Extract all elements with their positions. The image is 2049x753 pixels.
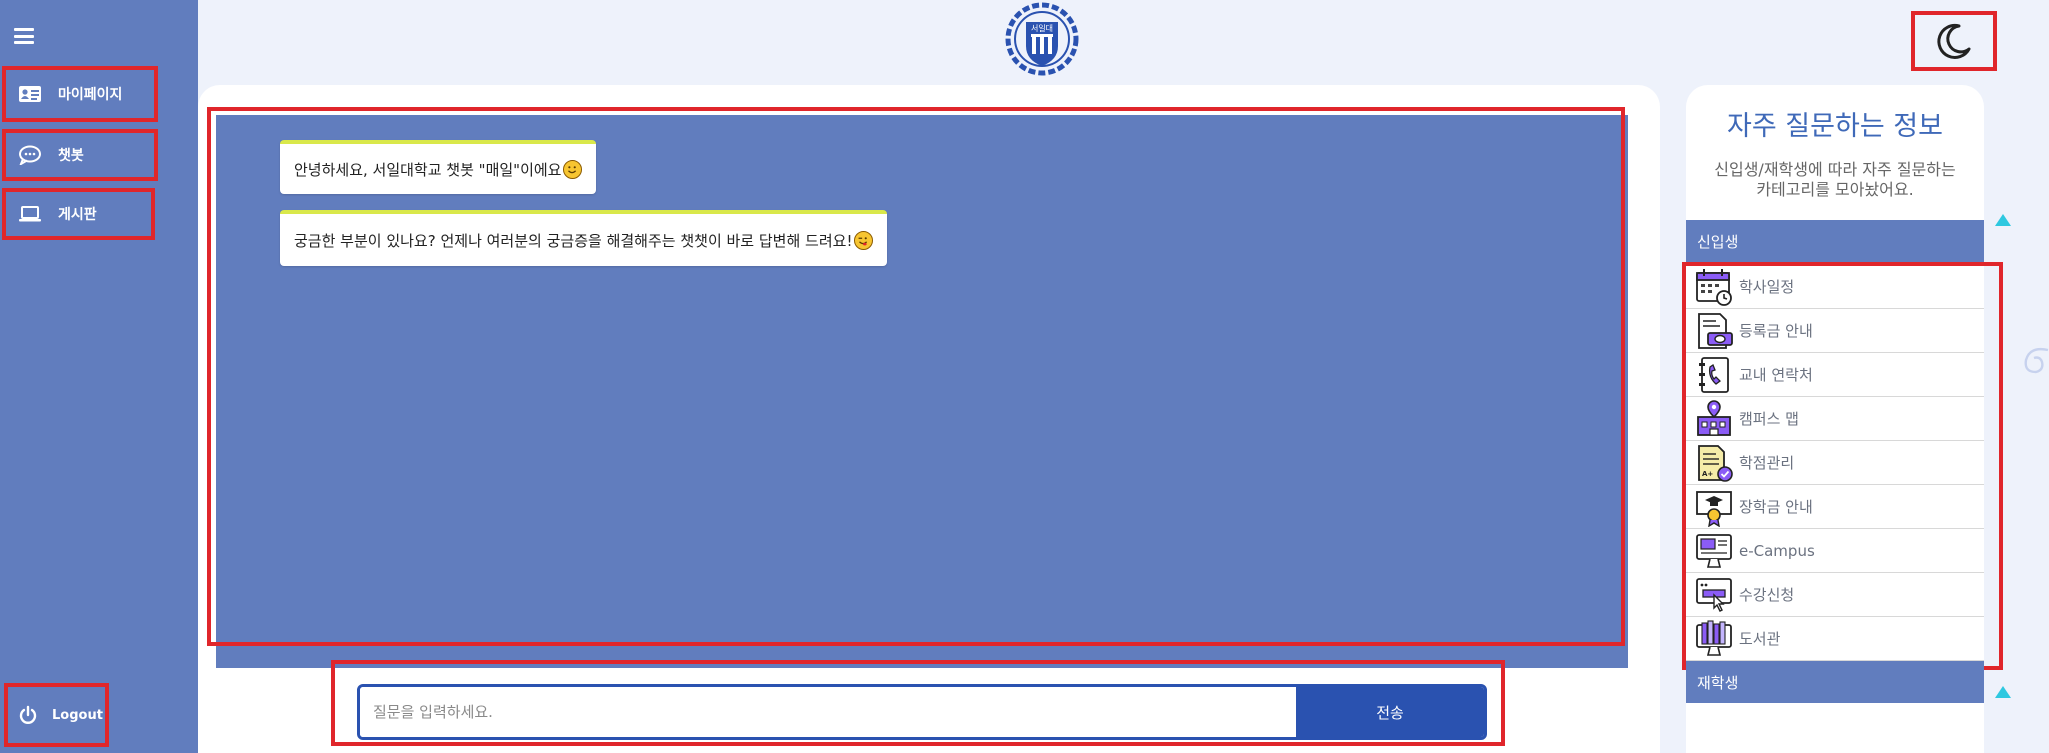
id-card-icon bbox=[19, 86, 41, 102]
faq-item-library[interactable]: 도서관 bbox=[1686, 617, 1984, 661]
library-icon bbox=[1696, 619, 1732, 656]
sidebar-item-mypage[interactable]: 마이페이지 bbox=[2, 66, 158, 122]
menu-icon[interactable] bbox=[14, 28, 34, 44]
calendar-icon bbox=[1696, 268, 1732, 306]
logo-text: 서일대 bbox=[1031, 24, 1053, 33]
faq-item-label: 등록금 안내 bbox=[1739, 322, 1813, 340]
chat-input[interactable] bbox=[360, 687, 1296, 737]
chat-area[interactable] bbox=[216, 115, 1628, 668]
chat-input-bar: 전송 bbox=[357, 684, 1487, 740]
category-label: 재학생 bbox=[1697, 673, 1739, 692]
chat-bubble-icon bbox=[19, 145, 41, 165]
faq-item-label: 캠퍼스 맵 bbox=[1739, 410, 1799, 428]
faq-item-label: 장학금 안내 bbox=[1739, 498, 1813, 516]
swirl-icon bbox=[2024, 347, 2049, 374]
collapse-arrow-icon[interactable] bbox=[1995, 214, 2011, 226]
faq-item-label: 도서관 bbox=[1739, 630, 1781, 648]
faq-item-label: 교내 연락처 bbox=[1739, 366, 1813, 384]
sidebar-item-label: 게시판 bbox=[58, 207, 97, 223]
sidebar: 마이페이지 챗봇 게시판 Logout bbox=[0, 0, 198, 753]
faq-item-label: 학점관리 bbox=[1739, 454, 1795, 472]
faq-item-grades[interactable]: A+ 학점관리 bbox=[1686, 441, 1984, 485]
faq-subtitle: 신입생/재학생에 따라 자주 질문하는 카테고리를 모아놨어요. bbox=[1686, 160, 1984, 200]
chat-message: 궁금한 부분이 있나요? 언제나 여러분의 궁금증을 해결해주는 챗챗이 바로 … bbox=[280, 210, 888, 266]
category-header-enrolled[interactable]: 재학생 bbox=[1686, 661, 1984, 703]
wink-emoji-icon bbox=[854, 230, 874, 250]
send-label: 전송 bbox=[1376, 703, 1404, 722]
sidebar-item-chatbot[interactable]: 챗봇 bbox=[2, 129, 158, 181]
chat-message: 안녕하세요, 서일대학교 챗봇 "매일"이에요 bbox=[280, 140, 597, 194]
invoice-icon bbox=[1698, 312, 1733, 349]
faq-item-registration[interactable]: 수강신청 bbox=[1686, 573, 1984, 617]
faq-item-calendar[interactable]: 학사일정 bbox=[1686, 265, 1984, 309]
sidebar-item-board[interactable]: 게시판 bbox=[2, 188, 155, 240]
faq-title: 자주 질문하는 정보 bbox=[1727, 111, 1943, 142]
collapse-arrow-icon[interactable] bbox=[1995, 686, 2011, 698]
category-header-freshman[interactable]: 신입생 bbox=[1686, 220, 1984, 262]
faq-item-tuition[interactable]: 등록금 안내 bbox=[1686, 309, 1984, 353]
registration-icon bbox=[1696, 577, 1732, 612]
faq-subtitle-line: 신입생/재학생에 따라 자주 질문하는 bbox=[1714, 160, 1956, 179]
faq-item-scholarship[interactable]: 장학금 안내 bbox=[1686, 485, 1984, 529]
sidebar-item-label: 마이페이지 bbox=[58, 87, 123, 103]
grade-report-icon: A+ bbox=[1698, 444, 1733, 482]
moon-icon bbox=[1937, 23, 1971, 59]
logout-label: Logout bbox=[52, 707, 103, 723]
sidebar-item-label: 챗봇 bbox=[58, 148, 84, 164]
faq-subtitle-line: 카테고리를 모아놨어요. bbox=[1756, 180, 1914, 199]
faq-item-label: e-Campus bbox=[1739, 541, 1815, 560]
laptop-icon bbox=[19, 206, 41, 222]
faq-item-ecampus[interactable]: e-Campus bbox=[1686, 529, 1984, 573]
theme-toggle-button[interactable] bbox=[1911, 11, 1997, 71]
message-text: 궁금한 부분이 있나요? 언제나 여러분의 궁금증을 해결해주는 챗챗이 바로 … bbox=[294, 231, 853, 250]
faq-item-contacts[interactable]: 교내 연락처 bbox=[1686, 353, 1984, 397]
faq-item-campus-map[interactable]: 캠퍼스 맵 bbox=[1686, 397, 1984, 441]
message-text: 안녕하세요, 서일대학교 챗봇 "매일"이에요 bbox=[294, 160, 562, 179]
phone-book-icon bbox=[1699, 356, 1729, 393]
svg-text:A+: A+ bbox=[1702, 470, 1713, 478]
faq-item-label: 학사일정 bbox=[1739, 278, 1795, 296]
power-icon bbox=[19, 705, 37, 724]
send-button[interactable]: 전송 bbox=[1296, 687, 1484, 737]
faq-item-label: 수강신청 bbox=[1739, 586, 1795, 604]
monitor-icon bbox=[1696, 533, 1732, 568]
university-logo: 서일대 bbox=[1002, 0, 1082, 80]
smile-emoji-icon bbox=[563, 159, 583, 179]
scholarship-icon bbox=[1696, 490, 1732, 527]
category-label: 신입생 bbox=[1697, 232, 1739, 251]
campus-map-icon bbox=[1697, 399, 1731, 436]
logout-button[interactable]: Logout bbox=[4, 683, 109, 747]
faq-list: 학사일정 등록금 안내 교내 연락처 캠퍼스 맵 A+ 학점관리 장학금 안내 … bbox=[1686, 265, 1984, 661]
